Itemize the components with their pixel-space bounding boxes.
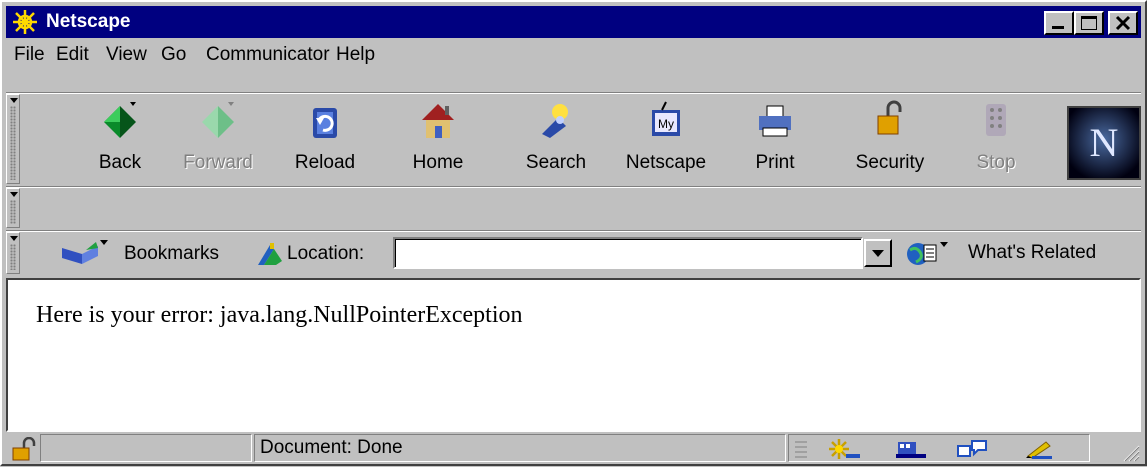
grip-lines-icon xyxy=(795,441,807,458)
back-button[interactable]: Back xyxy=(80,98,160,186)
composer-pen-icon xyxy=(1026,441,1052,459)
close-button[interactable] xyxy=(1108,11,1138,35)
forward-icon xyxy=(202,102,234,138)
menu-separator xyxy=(6,92,1141,94)
page-content-area[interactable]: Here is your error: java.lang.NullPointe… xyxy=(6,278,1141,432)
menu-communicator-label: Communicator xyxy=(206,44,330,65)
stop-label: Stop xyxy=(976,152,1016,173)
mailbox-icon xyxy=(896,442,926,458)
netscape-app-icon xyxy=(12,9,38,40)
search-icon xyxy=(542,104,568,138)
chevron-down-icon xyxy=(872,250,884,257)
netscape-portal-icon: My xyxy=(652,101,680,136)
minimize-button[interactable] xyxy=(1044,11,1074,35)
menu-go-label: Go xyxy=(161,44,187,65)
back-icon xyxy=(104,102,136,138)
netscape-button[interactable]: My Netscape xyxy=(626,98,706,186)
whats-related-button[interactable] xyxy=(904,240,960,273)
toolbar-separator-1 xyxy=(6,186,1141,188)
stop-icon xyxy=(986,104,1006,136)
logo-letter: N xyxy=(1090,120,1119,165)
close-icon xyxy=(1115,15,1131,31)
netscape-label: Netscape xyxy=(625,152,707,173)
minimize-icon xyxy=(1052,26,1064,29)
mailbox-component-button[interactable] xyxy=(894,438,928,465)
menu-help[interactable]: Help xyxy=(336,44,375,66)
menu-file-label: File xyxy=(14,44,45,65)
window-title: Netscape xyxy=(46,11,131,32)
whats-related-icon xyxy=(907,242,948,265)
navigator-wheel-icon xyxy=(829,439,860,459)
page-error-text: Here is your error: java.lang.NullPointe… xyxy=(36,302,523,328)
security-label: Security xyxy=(855,152,925,173)
discussion-icon xyxy=(957,440,987,457)
location-dropdown-button[interactable] xyxy=(864,239,892,267)
bookmarks-button[interactable] xyxy=(62,240,118,271)
menu-bar: File Edit View Go Communicator Help xyxy=(6,40,1141,70)
stop-button[interactable]: Stop xyxy=(956,98,1036,186)
security-lock-icon xyxy=(12,436,36,461)
composer-component-button[interactable] xyxy=(1024,438,1058,465)
home-button[interactable]: Home xyxy=(398,98,478,186)
location-toolbar-grip[interactable] xyxy=(6,232,20,274)
netscape-n-logo-icon: N xyxy=(1069,108,1139,178)
menu-go[interactable]: Go xyxy=(161,44,186,66)
navigator-component-button[interactable] xyxy=(828,438,862,465)
home-icon xyxy=(422,104,454,138)
search-button[interactable]: Search xyxy=(516,98,596,186)
page-proxy-icon[interactable] xyxy=(256,241,286,272)
reload-button[interactable]: Reload xyxy=(285,98,365,186)
home-label: Home xyxy=(412,152,464,173)
bookmarks-icon xyxy=(62,240,108,264)
whats-related-label[interactable]: What's Related xyxy=(968,242,1096,264)
print-button[interactable]: Print xyxy=(735,98,815,186)
browser-window: Netscape File Edit View Go Communicator … xyxy=(0,0,1147,466)
component-bar-grip[interactable] xyxy=(794,439,808,464)
personal-toolbar-grip[interactable] xyxy=(6,188,20,228)
location-label: Location: xyxy=(287,243,365,264)
maximize-button[interactable] xyxy=(1074,11,1104,35)
nav-toolbar-grip[interactable] xyxy=(6,94,20,184)
menu-view[interactable]: View xyxy=(106,44,147,66)
discussion-component-button[interactable] xyxy=(956,438,990,465)
toolbar-separator-2 xyxy=(6,230,1141,232)
reload-icon xyxy=(313,108,337,138)
back-label: Back xyxy=(98,152,142,173)
security-button[interactable]: Security xyxy=(850,98,930,186)
forward-label: Forward xyxy=(183,152,253,173)
maximize-icon xyxy=(1081,16,1097,30)
print-icon xyxy=(759,105,791,137)
location-url-input[interactable] xyxy=(393,237,863,269)
resize-grip[interactable] xyxy=(1120,442,1140,467)
menu-help-label: Help xyxy=(336,44,376,65)
svg-text:My: My xyxy=(658,117,674,131)
bookmarks-label[interactable]: Bookmarks xyxy=(124,243,219,265)
status-text: Document: Done xyxy=(260,437,403,458)
status-progress-panel xyxy=(40,434,252,462)
location-drag-icon xyxy=(258,243,282,265)
menu-edit[interactable]: Edit xyxy=(56,44,89,66)
search-label: Search xyxy=(525,152,587,173)
menu-view-label: View xyxy=(106,44,147,65)
status-security-lock[interactable] xyxy=(10,436,38,466)
menu-file[interactable]: File xyxy=(14,44,45,66)
resize-grip-icon xyxy=(1123,445,1140,462)
reload-label: Reload xyxy=(294,152,356,173)
menu-communicator[interactable]: Communicator xyxy=(206,44,330,66)
forward-button[interactable]: Forward xyxy=(178,98,258,186)
print-label: Print xyxy=(755,152,795,173)
title-bar[interactable]: Netscape xyxy=(6,6,1141,38)
netscape-logo[interactable]: N xyxy=(1067,106,1141,180)
menu-edit-label: Edit xyxy=(56,44,89,65)
security-lock-icon xyxy=(877,100,902,135)
